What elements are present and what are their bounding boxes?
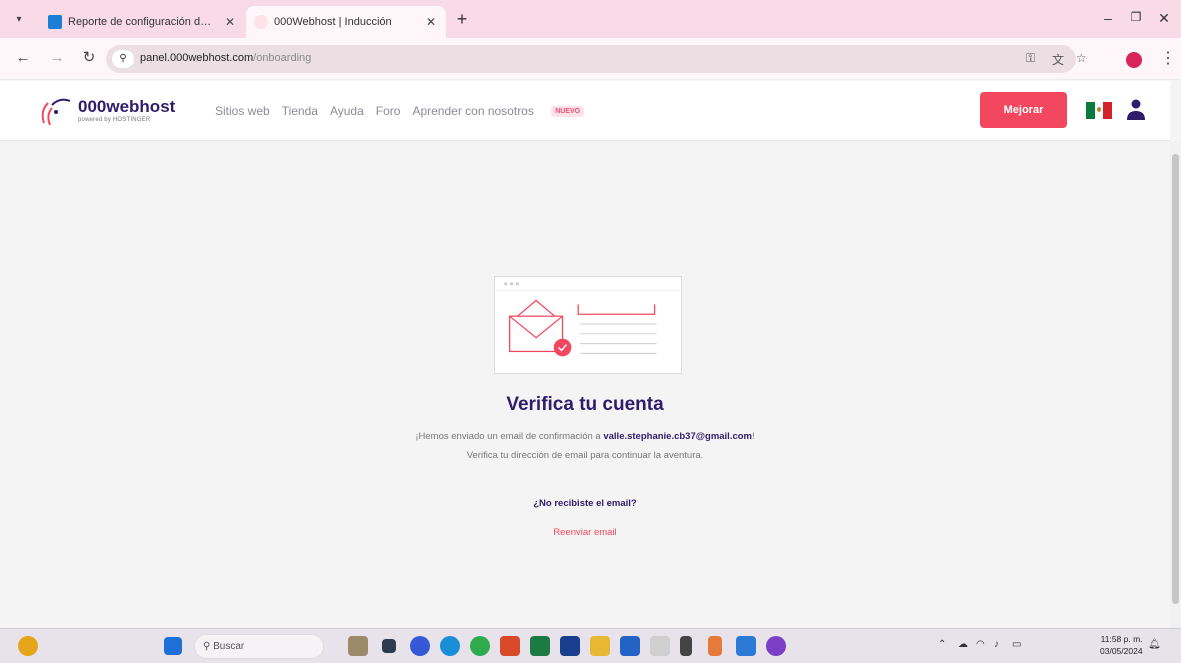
volume-icon[interactable]: ♪ xyxy=(994,639,999,650)
taskbar-search[interactable]: ⚲ Buscar xyxy=(194,634,324,659)
word-icon[interactable] xyxy=(620,636,640,656)
app-icon[interactable] xyxy=(766,636,786,656)
clock-time: 11:58 p. m. xyxy=(1100,634,1143,644)
restore-icon[interactable]: ❐ xyxy=(1126,10,1146,24)
close-window-icon[interactable]: ✕ xyxy=(1154,10,1174,27)
weather-widget-icon[interactable] xyxy=(18,636,38,656)
clock-date: 03/05/2024 xyxy=(1100,646,1143,656)
webhost-logo-icon xyxy=(41,98,71,126)
url-text[interactable]: panel.000webhost.com/onboarding xyxy=(140,52,311,64)
nav-foro[interactable]: Foro xyxy=(376,104,401,118)
powerpoint-icon[interactable] xyxy=(500,636,520,656)
nav-tienda[interactable]: Tienda xyxy=(282,104,318,118)
excel-icon[interactable] xyxy=(530,636,550,656)
profile-avatar-icon[interactable] xyxy=(1126,52,1142,68)
confirmation-suffix: ! xyxy=(752,431,755,442)
user-account-icon[interactable] xyxy=(1126,98,1146,122)
back-arrow-icon[interactable]: ← xyxy=(14,50,32,66)
email-address: valle.stephanie.cb37@gmail.com xyxy=(603,431,752,442)
notification-bell-icon[interactable]: 🔔︎ xyxy=(1148,639,1161,650)
no-email-heading: ¿No recibiste el email? xyxy=(533,498,637,509)
nav-aprender-label: Aprender con nosotros xyxy=(412,104,534,118)
app-icon[interactable] xyxy=(708,636,722,656)
nav-aprender[interactable]: Aprender con nosotros NUEVO xyxy=(412,104,596,118)
minimize-icon[interactable]: – xyxy=(1098,10,1118,26)
logo-text: 000webhost powered by HOSTINGER xyxy=(78,98,175,123)
url-path: /onboarding xyxy=(253,52,312,64)
app-icon[interactable] xyxy=(650,636,670,656)
tray-chevron-icon[interactable]: ⌃ xyxy=(938,639,946,650)
logo[interactable]: 000webhost powered by HOSTINGER xyxy=(38,93,175,127)
tab-close-icon[interactable]: ✕ xyxy=(223,15,237,29)
app-icon[interactable] xyxy=(348,636,368,656)
email-envelope-illustration-icon xyxy=(494,276,682,374)
mexico-flag-icon[interactable] xyxy=(1086,102,1113,119)
task-view-icon[interactable] xyxy=(382,639,396,653)
site-info-icon[interactable]: ⚲ xyxy=(112,50,134,68)
wifi-icon[interactable]: ◠ xyxy=(976,639,985,650)
forward-arrow-icon[interactable]: → xyxy=(48,50,66,66)
webhost-favicon-icon xyxy=(254,15,268,29)
nav-ayuda[interactable]: Ayuda xyxy=(330,104,364,118)
logo-name: 000webhost xyxy=(78,96,176,116)
upgrade-button[interactable]: Mejorar xyxy=(980,92,1067,128)
page-title: Verifica tu cuenta xyxy=(506,394,664,415)
confirmation-prefix: ¡Hemos enviado un email de confirmación … xyxy=(415,431,604,442)
windows-taskbar: ⚲ Buscar ⌃ ☁ ◠ ♪ ▭ 11:58 p. m. 03/05/202… xyxy=(0,628,1181,663)
file-explorer-icon[interactable] xyxy=(590,636,610,656)
address-bar[interactable]: ⚲ panel.000webhost.com/onboarding ⚿ 文 ☆ xyxy=(106,45,1087,73)
new-tab-plus-icon[interactable]: + xyxy=(452,10,472,28)
doc-favicon-icon xyxy=(48,15,62,29)
new-badge: NUEVO xyxy=(551,106,585,118)
chrome-icon[interactable] xyxy=(470,636,490,656)
site-header: 000webhost powered by HOSTINGER Sitios w… xyxy=(0,81,1170,141)
tab-title: 000Webhost | Inducción xyxy=(274,16,392,28)
chat-icon[interactable] xyxy=(410,636,430,656)
url-host: panel.000webhost.com xyxy=(140,52,254,64)
bookmark-star-icon[interactable]: ☆ xyxy=(1076,51,1087,65)
browser-toolbar: ← → ↻ ⚲ panel.000webhost.com/onboarding … xyxy=(0,38,1181,80)
windows-start-icon[interactable] xyxy=(164,637,182,655)
search-icon: ⚲ xyxy=(203,641,214,652)
store-icon[interactable] xyxy=(560,636,580,656)
system-clock[interactable]: 11:58 p. m. 03/05/2024 xyxy=(1100,633,1143,657)
page-scrollbar[interactable] xyxy=(1170,142,1181,628)
edge-icon[interactable] xyxy=(440,636,460,656)
pen-icon[interactable] xyxy=(680,636,692,656)
tab-close-icon[interactable]: ✕ xyxy=(424,15,438,29)
browser-tab-reporte[interactable]: Reporte de configuración de ... ✕ xyxy=(40,6,245,38)
browser-tab-000webhost[interactable]: 000Webhost | Inducción ✕ xyxy=(246,6,446,38)
key-icon[interactable]: ⚿ xyxy=(1026,51,1035,66)
tab-search-chevron-icon[interactable]: ▾ xyxy=(10,11,28,29)
tab-title: Reporte de configuración de ... xyxy=(68,16,217,28)
translate-icon[interactable]: 文 xyxy=(1052,51,1064,68)
kebab-menu-icon[interactable]: ⋮ xyxy=(1160,48,1176,68)
main-nav: Sitios web Tienda Ayuda Foro Aprender co… xyxy=(215,104,608,118)
verification-panel: Verifica tu cuenta ¡Hemos enviado un ema… xyxy=(0,142,1170,628)
logo-sub: powered by HOSTINGER xyxy=(78,116,151,123)
battery-icon[interactable]: ▭ xyxy=(1012,639,1021,650)
verify-instruction: Verifica tu dirección de email para cont… xyxy=(466,450,704,461)
search-placeholder: Buscar xyxy=(213,641,245,652)
resend-email-link[interactable]: Reenviar email xyxy=(0,527,1170,538)
confirmation-message: ¡Hemos enviado un email de confirmación … xyxy=(0,431,1170,442)
vscode-icon[interactable] xyxy=(736,636,756,656)
reload-icon[interactable]: ↻ xyxy=(80,50,98,66)
nav-sitios-web[interactable]: Sitios web xyxy=(215,104,270,118)
cloud-icon[interactable]: ☁ xyxy=(958,639,968,650)
browser-tab-strip: ▾ Reporte de configuración de ... ✕ 000W… xyxy=(0,0,1181,38)
scrollbar-thumb[interactable] xyxy=(1172,154,1179,604)
